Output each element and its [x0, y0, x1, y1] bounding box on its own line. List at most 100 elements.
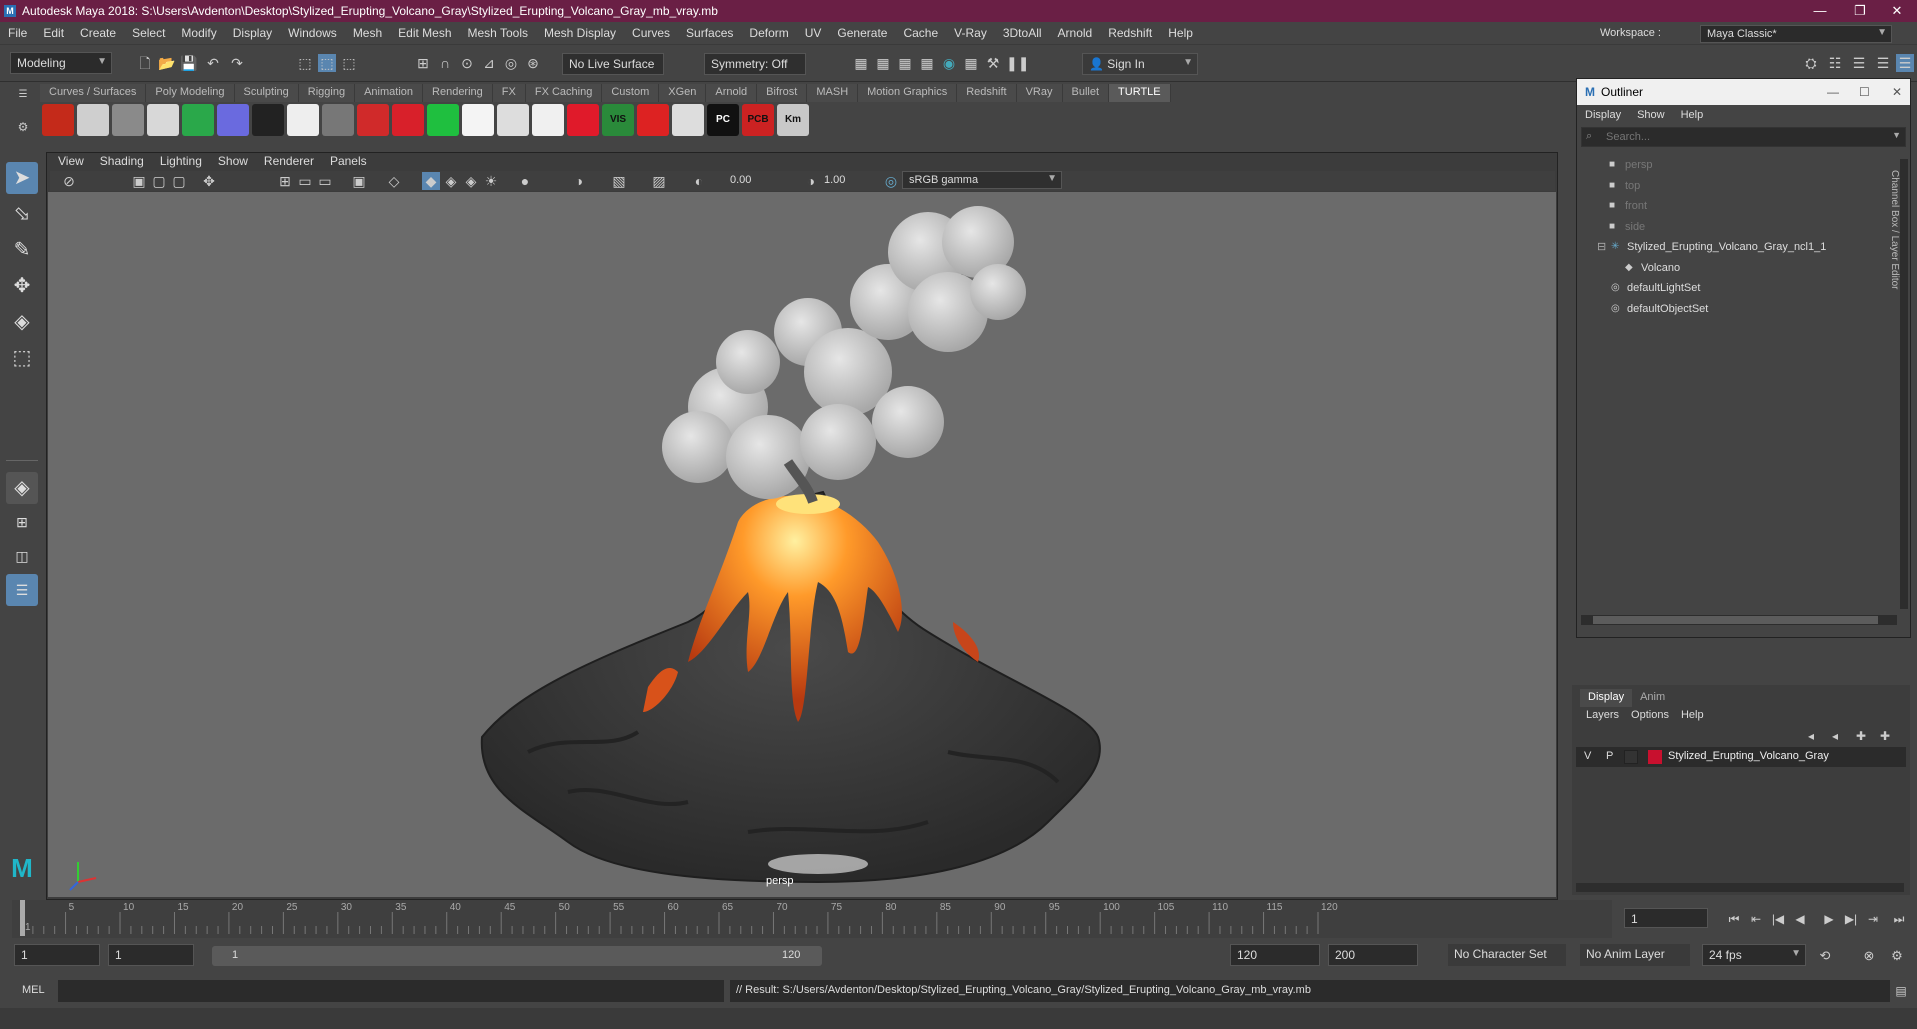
layer-playback[interactable]: P — [1606, 750, 1613, 762]
menu-generate[interactable]: Generate — [829, 26, 895, 40]
move-layer-down-icon[interactable]: ◂ — [1826, 727, 1844, 745]
panel-menu-show[interactable]: Show — [210, 154, 256, 170]
save-scene-icon[interactable]: 💾 — [180, 54, 198, 72]
script-language-label[interactable]: MEL — [22, 984, 45, 996]
layer-row[interactable]: V P Stylized_Erupting_Volcano_Gray — [1576, 747, 1906, 767]
menu-edit-mesh[interactable]: Edit Mesh — [390, 26, 459, 40]
menu-mesh-tools[interactable]: Mesh Tools — [460, 26, 536, 40]
sign-in-button[interactable]: 👤 Sign In ▼ — [1082, 53, 1198, 75]
lasso-tool-icon[interactable]: ⬂ — [6, 198, 38, 230]
snap-grid-icon[interactable]: ⊞ — [414, 54, 432, 72]
shelf-tab-motion-graphics[interactable]: Motion Graphics — [858, 84, 958, 102]
terrain-icon[interactable] — [462, 104, 494, 136]
shelf-tab-bifrost[interactable]: Bifrost — [757, 84, 808, 102]
menu-mesh[interactable]: Mesh — [345, 26, 390, 40]
exposure-value[interactable]: 0.00 — [730, 174, 751, 186]
outliner-filter-icon[interactable]: ⌕ — [1586, 130, 1592, 143]
scale-tool-icon[interactable]: ⬚ — [6, 342, 38, 374]
hypershade-status-icon[interactable]: ◉ — [940, 54, 958, 72]
red-box2-icon[interactable] — [392, 104, 424, 136]
auto-key-icon[interactable]: ⊗ — [1860, 947, 1878, 965]
shelf-tab-curves-surfaces[interactable]: Curves / Surfaces — [40, 84, 147, 102]
render-seq-icon[interactable]: ▦ — [874, 54, 892, 72]
render-frame-icon[interactable]: ▦ — [852, 54, 870, 72]
disc-icon[interactable] — [532, 104, 564, 136]
smooth-shade-icon[interactable]: ◆ — [422, 172, 440, 190]
shelf-tab-rigging[interactable]: Rigging — [298, 84, 356, 102]
outliner-item[interactable]: ■ side — [1581, 219, 1881, 237]
menu-surfaces[interactable]: Surfaces — [678, 26, 741, 40]
green-ball-icon[interactable] — [427, 104, 459, 136]
select-object-icon[interactable]: ⬚ — [318, 54, 336, 72]
snap-view-icon[interactable]: ⊿ — [480, 54, 498, 72]
shelf-tab-turtle[interactable]: TURTLE — [1109, 84, 1171, 102]
wireframe-icon[interactable]: ◇ — [385, 172, 403, 190]
pcb-icon[interactable]: PCB — [742, 104, 774, 136]
panel-menu-renderer[interactable]: Renderer — [256, 154, 322, 170]
new-layer-selected-icon[interactable]: ✚ — [1876, 727, 1894, 745]
panel-menu-shading[interactable]: Shading — [92, 154, 152, 170]
time-slider[interactable]: 1 5 10 15 20 25 30 35 40 45 50 55 60 65 70 75 80 85 90 95 10… — [12, 900, 1612, 938]
anim-layer-dropdown[interactable]: No Anim Layer — [1580, 944, 1690, 966]
outliner-item[interactable]: ■ front — [1581, 198, 1881, 216]
outliner-item[interactable]: ■ top — [1581, 178, 1881, 196]
new-scene-icon[interactable]: 🗋 — [136, 54, 154, 72]
ipr-render-icon[interactable]: ▦ — [896, 54, 914, 72]
camera-select-icon[interactable]: ⊘ — [60, 172, 78, 190]
select-hierarchy-icon[interactable]: ⬚ — [296, 54, 314, 72]
restore-icon[interactable]: ❐ — [1840, 0, 1880, 22]
two-view-layout-icon[interactable]: ◫ — [6, 540, 38, 572]
attribute-editor-icon[interactable]: ☷ — [1826, 54, 1844, 72]
exposure-icon[interactable]: ◐ — [690, 172, 708, 190]
open-scene-icon[interactable]: 📂 — [158, 54, 176, 72]
pause-icon[interactable]: ❚❚ — [1006, 54, 1029, 72]
step-forward-icon[interactable]: ▶| — [1842, 910, 1860, 928]
menu-redshift[interactable]: Redshift — [1100, 26, 1160, 40]
snap-point-icon[interactable]: ⊙ — [458, 54, 476, 72]
shelf-tab-sculpting[interactable]: Sculpting — [234, 84, 299, 102]
step-back-icon[interactable]: |◀ — [1769, 910, 1787, 928]
shelf-tab-rendering[interactable]: Rendering — [423, 84, 493, 102]
bookmark-icon[interactable]: ▢ — [150, 172, 168, 190]
outliner-search-input[interactable] — [1606, 129, 1866, 145]
red-disc-icon[interactable] — [567, 104, 599, 136]
range-slider[interactable]: 1 120 — [212, 946, 822, 966]
shelf-tab-xgen[interactable]: XGen — [659, 84, 707, 102]
layer-type-box[interactable] — [1624, 750, 1638, 764]
character-set-dropdown[interactable]: No Character Set — [1448, 944, 1566, 966]
workspace-dropdown[interactable]: Maya Classic* ▼ — [1700, 25, 1892, 43]
go-start-icon[interactable]: ⏮ — [1725, 910, 1743, 928]
select-tool-icon[interactable]: ➤ — [6, 162, 38, 194]
outliner-close-icon[interactable]: ✕ — [1892, 79, 1902, 105]
single-view-layout-icon[interactable]: ◈ — [6, 472, 38, 504]
loop-icon[interactable]: ⟲ — [1816, 947, 1834, 965]
layer-editor-icon[interactable]: ☰ — [1896, 54, 1914, 72]
outliner-minimize-icon[interactable]: — — [1827, 79, 1839, 105]
layer-menu-options[interactable]: Options — [1625, 707, 1675, 725]
outliner-item[interactable]: ■ persp — [1581, 157, 1881, 175]
menu-set-dropdown[interactable]: Modeling ▼ — [10, 52, 112, 74]
panel-menu-panels[interactable]: Panels — [322, 154, 375, 170]
step-forward-key-icon[interactable]: ⇥ — [1864, 910, 1882, 928]
layer-hscroll[interactable] — [1576, 883, 1904, 892]
menu-file[interactable]: File — [0, 26, 35, 40]
playback-end-field[interactable]: 120 — [1230, 944, 1320, 966]
shelf-tab-fx-caching[interactable]: FX Caching — [525, 84, 603, 102]
modeling-toolkit-icon[interactable]: ⛭ — [1802, 54, 1820, 72]
color-space-dropdown[interactable]: sRGB gamma ▼ — [902, 171, 1062, 189]
close-icon[interactable]: ✕ — [1877, 0, 1917, 22]
gamma-value[interactable]: 1.00 — [824, 174, 845, 186]
gamma-icon[interactable]: ◑ — [802, 172, 820, 190]
image-plane-icon[interactable]: ▢ — [170, 172, 188, 190]
layer-tab-anim[interactable]: Anim — [1632, 689, 1673, 707]
outliner-vscroll[interactable] — [1900, 159, 1908, 609]
vis-icon[interactable]: VIS — [602, 104, 634, 136]
bake-icon[interactable] — [252, 104, 284, 136]
step-back-key-icon[interactable]: ⇤ — [1747, 910, 1765, 928]
outliner-item[interactable]: ◆ Volcano — [1581, 260, 1881, 278]
menu-select[interactable]: Select — [124, 26, 173, 40]
rotate-tool-icon[interactable]: ◈ — [6, 306, 38, 338]
half-sphere-icon[interactable] — [497, 104, 529, 136]
paint-select-tool-icon[interactable]: ✎ — [6, 234, 38, 266]
shelf-tab-bullet[interactable]: Bullet — [1062, 84, 1110, 102]
